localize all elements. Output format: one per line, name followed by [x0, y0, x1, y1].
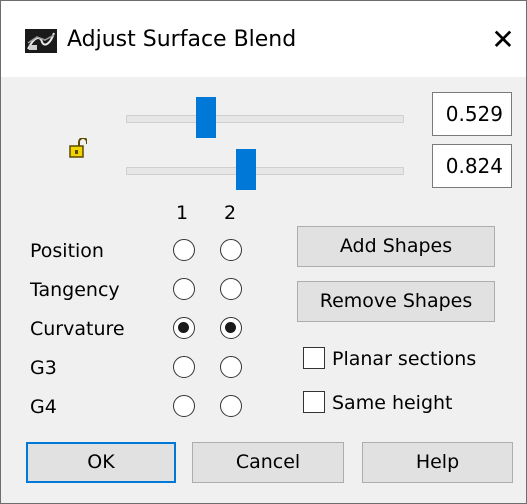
radio-tangency-1[interactable] — [173, 278, 195, 300]
radio-tangency-2[interactable] — [220, 278, 242, 300]
window-title: Adjust Surface Blend — [67, 27, 297, 52]
remove-shapes-button[interactable]: Remove Shapes — [297, 281, 495, 322]
continuity-label-curvature: Curvature — [30, 318, 125, 340]
title-bar: Adjust Surface Blend ✕ — [1, 1, 526, 77]
radio-g4-2[interactable] — [220, 395, 242, 417]
radio-g3-1[interactable] — [173, 356, 195, 378]
lock-unlocked-icon[interactable] — [69, 138, 87, 158]
surface-blend-icon — [25, 29, 57, 53]
radio-curvature-2[interactable] — [220, 317, 242, 339]
same-height-checkbox[interactable] — [303, 391, 325, 413]
same-height-label[interactable]: Same height — [332, 392, 453, 414]
blend-slider-2-thumb[interactable] — [236, 149, 256, 190]
blend-value-1-input[interactable]: 0.529 — [432, 92, 512, 136]
radio-position-2[interactable] — [220, 239, 242, 261]
column-header-2: 2 — [224, 202, 237, 224]
radio-g3-2[interactable] — [220, 356, 242, 378]
close-icon: ✕ — [491, 23, 515, 56]
planar-sections-checkbox[interactable] — [303, 347, 325, 369]
adjust-surface-blend-dialog: Adjust Surface Blend ✕ 0.529 0.824 1 2 P… — [0, 0, 527, 504]
planar-sections-label[interactable]: Planar sections — [332, 348, 476, 370]
radio-curvature-1[interactable] — [173, 317, 195, 339]
radio-g4-1[interactable] — [173, 395, 195, 417]
blend-slider-2-track[interactable] — [126, 167, 404, 175]
close-button[interactable]: ✕ — [483, 21, 523, 61]
blend-slider-1-track[interactable] — [126, 115, 404, 123]
continuity-label-g4: G4 — [30, 396, 57, 418]
ok-button[interactable]: OK — [26, 442, 176, 483]
radio-position-1[interactable] — [173, 239, 195, 261]
continuity-label-position: Position — [30, 240, 104, 262]
help-button[interactable]: Help — [362, 442, 513, 483]
continuity-label-tangency: Tangency — [30, 279, 120, 301]
add-shapes-button[interactable]: Add Shapes — [297, 226, 495, 267]
blend-value-2-input[interactable]: 0.824 — [432, 144, 512, 188]
blend-slider-1-thumb[interactable] — [196, 97, 216, 138]
cancel-button[interactable]: Cancel — [192, 442, 344, 483]
continuity-label-g3: G3 — [30, 357, 57, 379]
column-header-1: 1 — [176, 202, 189, 224]
